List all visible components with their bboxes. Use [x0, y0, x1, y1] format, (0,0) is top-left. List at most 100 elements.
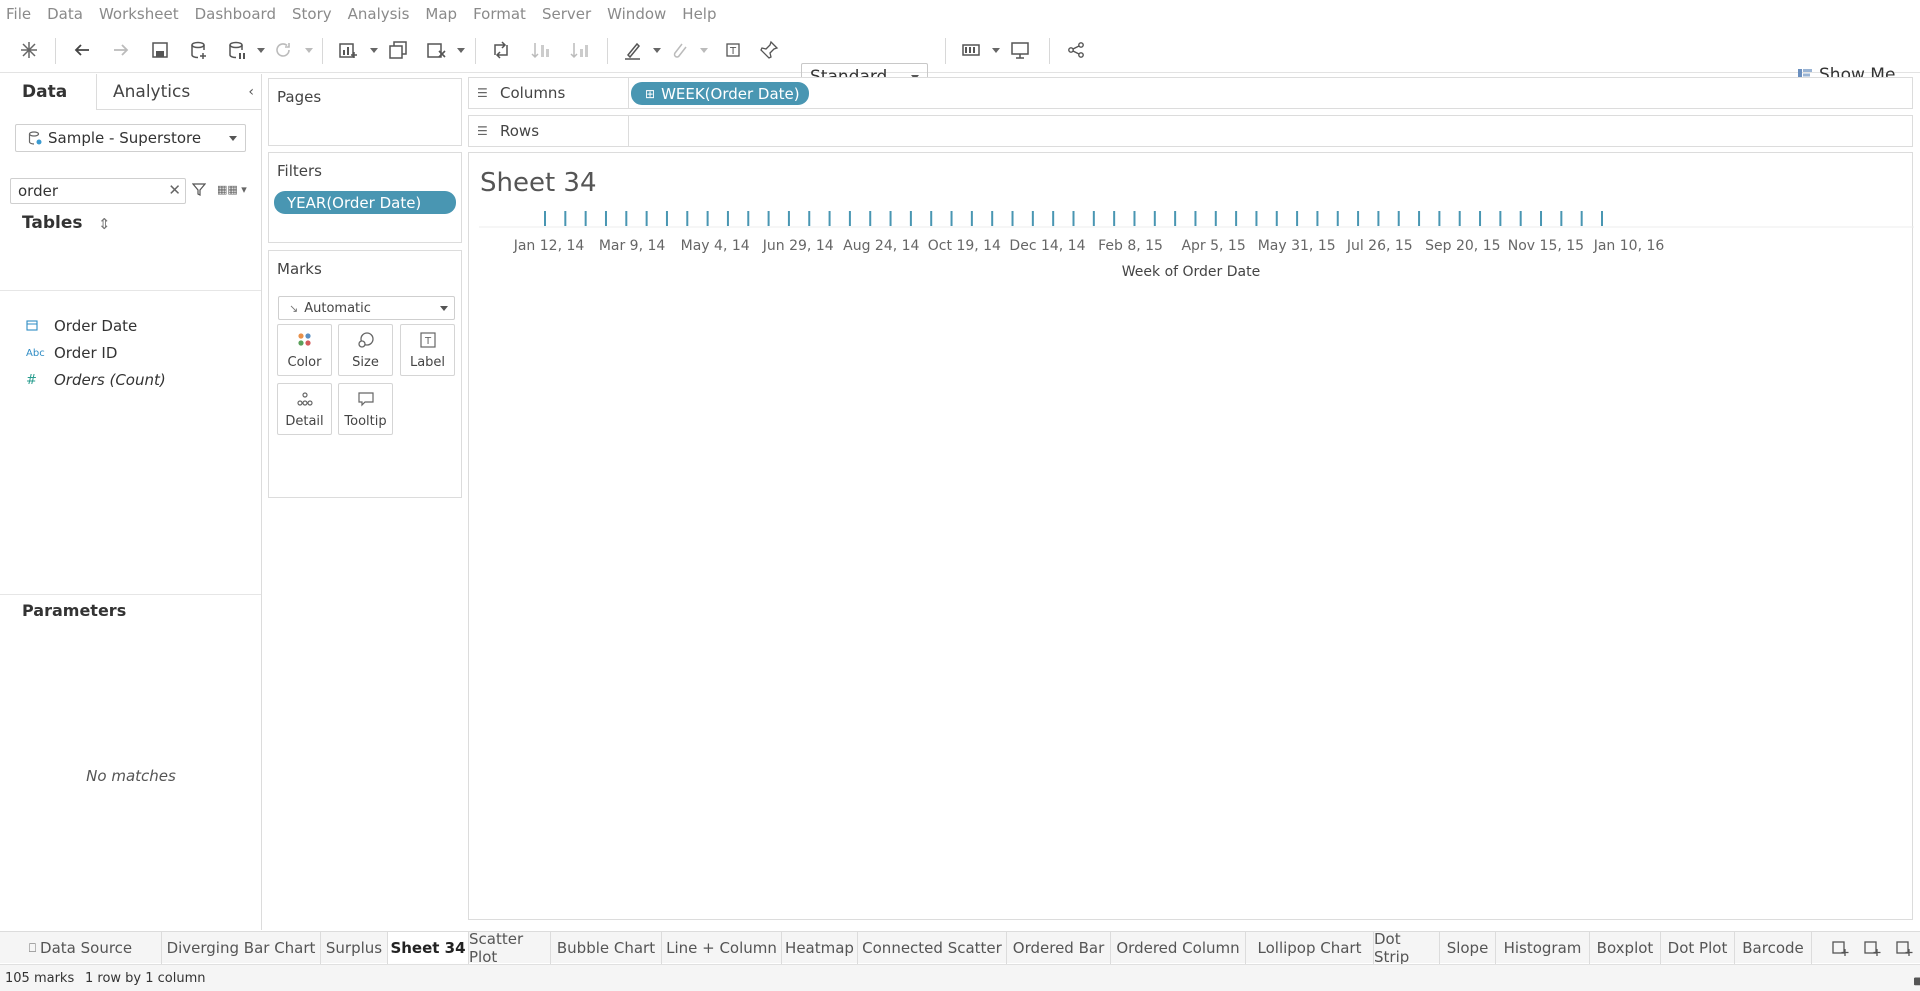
tab-label: Bubble Chart	[556, 939, 656, 957]
presentation-mode-icon[interactable]	[1009, 37, 1031, 63]
tab-label: Line + Column	[666, 939, 777, 957]
rows-shelf[interactable]: ☰ Rows	[468, 115, 1913, 147]
tab-label: Slope	[1446, 939, 1489, 957]
tab-boxplot[interactable]: Boxplot	[1590, 932, 1661, 964]
tab-ordered-bar[interactable]: Ordered Bar	[1007, 932, 1111, 964]
x-tick-label: May 31, 15	[1258, 238, 1336, 254]
menu-item-help[interactable]: Help	[682, 5, 716, 23]
show-cards-icon[interactable]	[960, 37, 982, 63]
new-story-icon[interactable]	[1895, 939, 1913, 957]
highlight-icon[interactable]	[622, 37, 644, 63]
new-worksheet-icon[interactable]	[1831, 939, 1849, 957]
filter-pill-year-order-date[interactable]: YEAR(Order Date)	[274, 191, 456, 214]
tab-data[interactable]: Data	[22, 82, 67, 102]
swap-rows-columns-icon[interactable]	[490, 37, 512, 63]
sort-descending-icon[interactable]	[568, 37, 590, 63]
menu-item-file[interactable]: File	[6, 5, 31, 23]
label-button[interactable]: T Label	[400, 324, 455, 376]
menu-item-story[interactable]: Story	[292, 5, 332, 23]
redo-icon[interactable]	[110, 37, 132, 63]
menu-item-map[interactable]: Map	[425, 5, 457, 23]
show-mark-labels-icon[interactable]: T	[722, 37, 744, 63]
clear-search-icon[interactable]: ✕	[168, 181, 181, 199]
save-icon[interactable]	[149, 37, 171, 63]
rows-label: Rows	[500, 122, 540, 140]
x-tick-label: Jan 12, 14	[513, 238, 585, 254]
undo-icon[interactable]	[71, 37, 93, 63]
tab-dot-plot[interactable]: Dot Plot	[1661, 932, 1735, 964]
tab-ordered-column[interactable]: Ordered Column	[1111, 932, 1246, 964]
field-orders-count[interactable]: # Orders (Count)	[26, 371, 166, 389]
columns-shelf[interactable]: ☰ Columns ⊞ WEEK(Order Date)	[468, 77, 1913, 109]
tooltip-icon	[358, 392, 374, 407]
tab-label: Heatmap	[785, 939, 854, 957]
tab-heatmap[interactable]: Heatmap	[782, 932, 858, 964]
new-worksheet-icon[interactable]	[337, 37, 359, 63]
tab-sheet-34[interactable]: Sheet 34	[388, 932, 469, 964]
tab-barcode[interactable]: Barcode	[1735, 932, 1812, 964]
tab-histogram[interactable]: Histogram	[1496, 932, 1590, 964]
new-datasource-icon[interactable]	[188, 37, 210, 63]
columns-pill-week-order-date[interactable]: ⊞ WEEK(Order Date)	[631, 82, 809, 105]
x-tick-label: May 4, 14	[681, 238, 750, 254]
pages-card[interactable]: Pages	[268, 78, 462, 146]
menu-item-dashboard[interactable]: Dashboard	[195, 5, 276, 23]
tab-scatter-plot[interactable]: Scatter Plot	[469, 930, 551, 966]
tab-slope[interactable]: Slope	[1440, 932, 1496, 964]
menu-item-format[interactable]: Format	[473, 5, 526, 23]
color-button[interactable]: Color	[277, 324, 332, 376]
duplicate-sheet-icon[interactable]	[387, 37, 409, 63]
columns-pill-label: WEEK(Order Date)	[661, 84, 800, 103]
x-tick-label: Aug 24, 14	[843, 238, 919, 254]
tab-lollipop-chart[interactable]: Lollipop Chart	[1246, 932, 1374, 964]
tab-data-source[interactable]: ⎕ Data Source	[0, 932, 162, 964]
field-order-id[interactable]: Abc Order ID	[26, 344, 117, 362]
tab-label: Dot Plot	[1667, 939, 1728, 957]
collapse-pane-icon[interactable]: ‹	[248, 84, 254, 100]
menu-item-worksheet[interactable]: Worksheet	[99, 5, 179, 23]
size-button[interactable]: Size	[338, 324, 393, 376]
refresh-icon[interactable]	[272, 37, 294, 63]
tab-dot-strip[interactable]: Dot Strip	[1374, 930, 1440, 966]
tab-line-column[interactable]: Line + Column	[662, 932, 782, 964]
tab-surplus[interactable]: Surplus	[321, 932, 388, 964]
field-label: Orders (Count)	[54, 371, 166, 389]
filters-card[interactable]: Filters YEAR(Order Date)	[268, 152, 462, 243]
field-order-date[interactable]: Order Date	[26, 317, 137, 335]
tableau-logo-icon[interactable]	[18, 37, 40, 63]
filter-icon[interactable]	[192, 182, 206, 196]
menu-item-server[interactable]: Server	[542, 5, 591, 23]
tab-bubble-chart[interactable]: Bubble Chart	[551, 932, 662, 964]
tab-label: Dot Strip	[1374, 930, 1410, 966]
datasource-select[interactable]: Sample - Superstore	[15, 124, 246, 152]
barcode-chart[interactable]: Jan 12, 14 Mar 9, 14 May 4, 14 Jun 29, 14 Au…	[469, 153, 1914, 293]
field-label: Order Date	[54, 317, 138, 335]
mark-type-select[interactable]: ↘ Automatic	[278, 296, 455, 320]
view-options-icon[interactable]: ▦▦ ▾	[217, 183, 247, 196]
share-icon[interactable]	[1065, 37, 1087, 63]
show-tabs-icon[interactable]: ■	[1914, 976, 1920, 987]
tab-label: Diverging Bar Chart	[166, 939, 316, 957]
field-search-input[interactable]: order ✕	[10, 178, 186, 204]
x-tick-label: Oct 19, 14	[928, 238, 1001, 254]
view-area[interactable]: Sheet 34 Jan 12, 14 Mar 9, 14 May 4, 14 Jun…	[468, 152, 1914, 920]
x-tick-label: Feb 8, 15	[1098, 238, 1163, 254]
pause-updates-icon[interactable]	[226, 37, 248, 63]
tooltip-button[interactable]: Tooltip	[338, 383, 393, 435]
menu-item-data[interactable]: Data	[47, 5, 83, 23]
new-dashboard-icon[interactable]	[1863, 939, 1881, 957]
clear-sheet-icon[interactable]	[425, 37, 447, 63]
group-members-icon[interactable]	[668, 37, 690, 63]
field-search-value: order	[18, 182, 58, 200]
menu-item-window[interactable]: Window	[607, 5, 666, 23]
color-label: Color	[287, 355, 322, 370]
tab-analytics[interactable]: Analytics	[113, 82, 190, 102]
detail-button[interactable]: Detail	[277, 383, 332, 435]
sort-ascending-icon[interactable]	[529, 37, 551, 63]
menu-item-analysis[interactable]: Analysis	[348, 5, 410, 23]
tab-connected-scatter[interactable]: Connected Scatter	[858, 932, 1007, 964]
data-pane-tabs: Data Analytics ‹	[0, 74, 261, 110]
fix-axes-icon[interactable]	[758, 37, 780, 63]
tab-diverging-bar-chart[interactable]: Diverging Bar Chart	[162, 932, 321, 964]
x-axis-title[interactable]: Week of Order Date	[1122, 264, 1260, 280]
